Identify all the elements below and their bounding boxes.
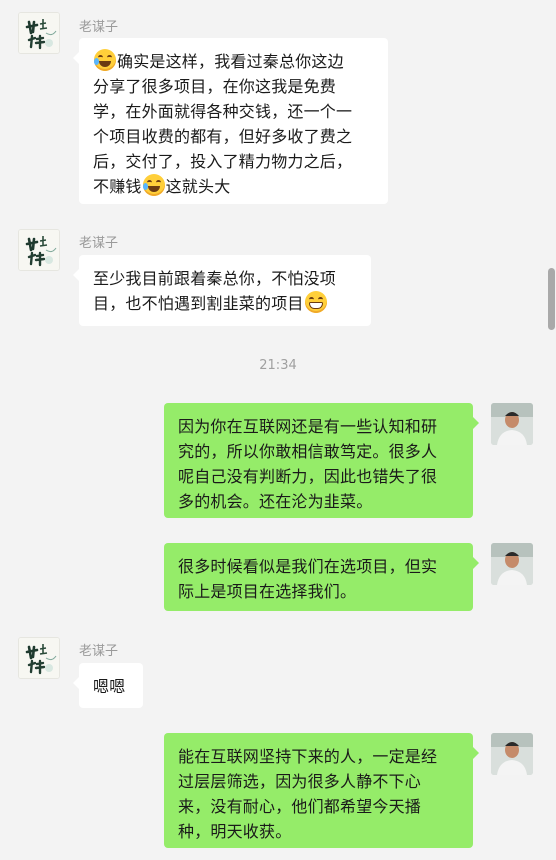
message-line: 究的，所以你敢相信敢笃定。很多人 — [178, 442, 438, 461]
chat-area: 老谋子 确实是这样，我看过秦总你这边 分享了很多项目，在你这我是免费 学，在外面… — [0, 0, 556, 860]
scrollbar-thumb[interactable] — [548, 268, 555, 330]
avatar[interactable] — [491, 733, 533, 775]
avatar[interactable] — [491, 403, 533, 445]
laugh-tears-emoji-icon — [94, 49, 116, 71]
message-line: 分享了很多项目，在你这我是免费 — [93, 77, 337, 96]
avatar[interactable] — [18, 229, 60, 271]
sender-name: 老谋子 — [79, 644, 119, 659]
message-line: 来，没有耐心，他们都希望今天播 — [178, 797, 422, 816]
message-line: 目，也不怕遇到割韭菜的项目 — [93, 291, 357, 316]
message-line: 个项目收费的都有，但好多收了费之 — [93, 127, 353, 146]
message-line: 能在互联网坚持下来的人，一定是经 — [178, 747, 438, 766]
message-line: 嗯嗯 — [93, 677, 126, 696]
message-line: 学，在外面就得各种交钱，还一个一 — [93, 102, 353, 121]
sender-name: 老谋子 — [79, 20, 119, 35]
message-line: 过层层筛选，因为很多人静不下心 — [178, 772, 422, 791]
message-bubble[interactable]: 能在互联网坚持下来的人，一定是经 过层层筛选，因为很多人静不下心 来，没有耐心，… — [164, 733, 479, 848]
grin-emoji-icon — [304, 291, 327, 313]
person-photo-avatar-icon — [491, 543, 533, 585]
avatar[interactable] — [18, 637, 60, 679]
message-line: 因为你在互联网还是有一些认知和研 — [178, 417, 438, 436]
calligraphy-avatar-icon — [19, 13, 59, 53]
person-photo-avatar-icon — [491, 403, 533, 445]
laugh-tears-emoji-icon — [142, 174, 165, 196]
calligraphy-avatar-icon — [19, 638, 59, 678]
message-line: 际上是项目在选择我们。 — [178, 582, 357, 601]
message-bubble[interactable]: 至少我目前跟着秦总你，不怕没项 目，也不怕遇到割韭菜的项目 — [73, 255, 371, 326]
message-line: 确实是这样，我看过秦总你这边 — [93, 49, 374, 74]
timestamp: 21:34 — [259, 358, 297, 373]
message-line: 多的机会。还在沦为韭菜。 — [178, 492, 373, 511]
message-line: 种，明天收获。 — [178, 822, 292, 841]
avatar[interactable] — [18, 12, 60, 54]
message-bubble[interactable]: 很多时候看似是我们在选项目，但实 际上是项目在选择我们。 — [164, 543, 479, 611]
sender-name: 老谋子 — [79, 236, 119, 251]
message-line: 很多时候看似是我们在选项目，但实 — [178, 557, 438, 576]
message-line: 呢自己没有判断力，因此也错失了很 — [178, 467, 438, 486]
message-line: 至少我目前跟着秦总你，不怕没项 — [93, 269, 337, 288]
person-photo-avatar-icon — [491, 733, 533, 775]
avatar[interactable] — [491, 543, 533, 585]
calligraphy-avatar-icon — [19, 230, 59, 270]
message-bubble[interactable]: 嗯嗯 — [73, 663, 143, 708]
message-bubble[interactable]: 确实是这样，我看过秦总你这边 分享了很多项目，在你这我是免费 学，在外面就得各种… — [73, 38, 388, 204]
message-line: 不赚钱 这就头大 — [93, 174, 374, 199]
message-line: 后，交付了，投入了精力物力之后， — [93, 152, 353, 171]
message-bubble[interactable]: 因为你在互联网还是有一些认知和研 究的，所以你敢相信敢笃定。很多人 呢自己没有判… — [164, 403, 479, 518]
